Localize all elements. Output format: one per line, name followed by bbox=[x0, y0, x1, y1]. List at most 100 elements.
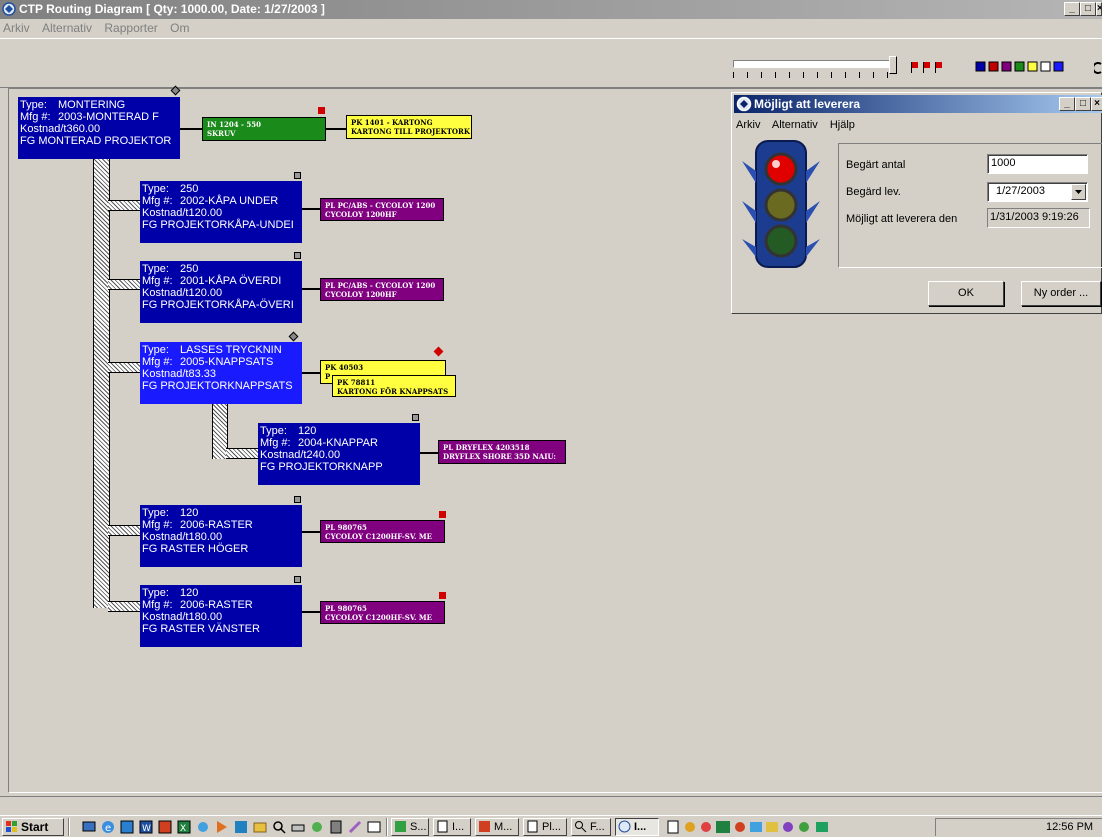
part-in-skruv[interactable]: IN 1204 - 550 SKRUV bbox=[202, 117, 326, 141]
folder-icon[interactable] bbox=[253, 820, 267, 834]
routing-node-knappsats[interactable]: Type: LASSES TRYCKNIN Mfg #: 2005-KNAPPSAT… bbox=[140, 342, 302, 404]
menu-rapporter[interactable]: Rapporter bbox=[104, 21, 157, 35]
part-pk-78811[interactable]: PK 78811 KARTONG FÖR KNAPPSATS bbox=[332, 375, 456, 397]
window-icon[interactable] bbox=[367, 820, 381, 834]
part-pl-vanster[interactable]: PL 980765 CYCOLOY C1200HF-SV. ME bbox=[320, 601, 445, 624]
app-icon bbox=[479, 821, 490, 832]
app-icon[interactable] bbox=[234, 820, 248, 834]
part-desc: DRYFLEX SHORE 35D NAIU: bbox=[443, 452, 556, 461]
type-label: Type: bbox=[142, 183, 169, 195]
menu-arkiv[interactable]: Arkiv bbox=[3, 21, 30, 35]
tray-icon bbox=[701, 822, 711, 832]
flag-icons[interactable] bbox=[910, 60, 960, 74]
node-desc: FG MONTERAD PROJEKTOR bbox=[20, 135, 172, 147]
search-icon[interactable] bbox=[272, 820, 286, 834]
task-button-active[interactable]: I... bbox=[615, 818, 659, 836]
connector-line bbox=[302, 372, 320, 374]
part-pl-dryflex[interactable]: PL DRYFLEX 4203518 DRYFLEX SHORE 35D NAI… bbox=[438, 440, 566, 464]
connector-line bbox=[302, 531, 320, 533]
zoom-slider-track[interactable] bbox=[733, 60, 893, 68]
tool-icon[interactable] bbox=[310, 820, 324, 834]
dialog-minimize-button[interactable]: _ bbox=[1059, 97, 1075, 111]
search-icon bbox=[575, 821, 587, 833]
routing-node-raster-hoger[interactable]: Type: 120 Mfg #: 2006-RASTER Kostnad/t180.… bbox=[140, 505, 302, 567]
chevron-down-icon bbox=[1075, 190, 1082, 194]
dialog-title: Möjligt att leverera bbox=[754, 97, 861, 111]
tree-branch bbox=[108, 279, 141, 290]
type-label: Type: bbox=[20, 99, 47, 111]
menu-om[interactable]: Om bbox=[170, 21, 189, 35]
node-cost: Kostnad/t360.00 bbox=[20, 123, 101, 135]
tree-branch bbox=[108, 601, 141, 612]
dialog-maximize-button[interactable]: □ bbox=[1075, 97, 1091, 111]
new-order-button[interactable]: Ny order ... bbox=[1021, 281, 1101, 306]
menu-alternativ[interactable]: Alternativ bbox=[42, 21, 92, 35]
routing-node-montering[interactable]: Type: MONTERING Mfg #: 2003-MONTERAD F Kos… bbox=[18, 97, 180, 159]
start-button[interactable]: Start bbox=[2, 818, 64, 836]
routing-node-kapa-under[interactable]: Type: 250 Mfg #: 2002-KÅPA UNDER Kostnad/t… bbox=[140, 181, 302, 243]
connector-line bbox=[180, 128, 202, 130]
tray-icons[interactable] bbox=[666, 820, 936, 834]
delivery-dialog: Möjligt att leverera _ □ × Arkiv Alterna… bbox=[731, 92, 1102, 314]
network-icon[interactable] bbox=[196, 820, 210, 834]
pen-icon[interactable] bbox=[348, 820, 362, 834]
green-swatch-icon bbox=[1014, 61, 1025, 72]
dialog-close-button[interactable]: × bbox=[1091, 97, 1102, 111]
tray-icon bbox=[799, 822, 809, 832]
excel-icon[interactable]: X bbox=[177, 820, 191, 834]
tree-spine bbox=[93, 158, 110, 608]
color-legend[interactable] bbox=[975, 61, 1085, 73]
part-code: PK 78811 bbox=[337, 378, 376, 387]
zoom-slider-ticks bbox=[733, 72, 893, 78]
powerpoint-icon[interactable] bbox=[158, 820, 172, 834]
part-desc: CYCOLOY 1200HF bbox=[325, 290, 397, 299]
node-desc: FG RASTER VÄNSTER bbox=[142, 623, 260, 635]
part-code: PL PC/ABS - CYCOLOY 1200 bbox=[325, 281, 436, 290]
ok-button[interactable]: OK bbox=[928, 281, 1004, 306]
desktop-icon[interactable] bbox=[82, 820, 96, 834]
mfg-label: Mfg #: bbox=[142, 356, 173, 368]
dialog-menu-alternativ[interactable]: Alternativ bbox=[772, 119, 818, 131]
word-icon[interactable]: W bbox=[139, 820, 153, 834]
task-button[interactable]: S... bbox=[391, 818, 429, 836]
maximize-button[interactable]: □ bbox=[1080, 2, 1096, 16]
svg-text:X: X bbox=[180, 824, 186, 834]
routing-node-knappar[interactable]: Type: 120 Mfg #: 2004-KNAPPAR Kostnad/t240… bbox=[258, 423, 420, 485]
part-pl-under[interactable]: PL PC/ABS - CYCOLOY 1200 CYCOLOY 1200HF bbox=[320, 198, 444, 221]
dialog-menu-hjalp[interactable]: Hjälp bbox=[830, 119, 855, 131]
part-pk-1401[interactable]: PK 1401 - KARTONG KARTONG TILL PROJEKTOR… bbox=[346, 115, 472, 139]
browser-icon[interactable]: e bbox=[101, 820, 115, 834]
task-button[interactable]: M... bbox=[475, 818, 519, 836]
node-desc: FG PROJEKTORKNAPP bbox=[260, 461, 383, 473]
dialog-menu-arkiv[interactable]: Arkiv bbox=[736, 119, 760, 131]
tree-branch bbox=[108, 525, 141, 536]
date-dropdown-button[interactable] bbox=[1071, 184, 1086, 200]
part-pl-over[interactable]: PL PC/ABS - CYCOLOY 1200 CYCOLOY 1200HF bbox=[320, 278, 444, 301]
zoom-slider-thumb[interactable] bbox=[889, 56, 897, 74]
refresh-icon[interactable] bbox=[1094, 61, 1102, 75]
qty-input[interactable]: 1000 bbox=[987, 154, 1088, 174]
routing-node-raster-vanster[interactable]: Type: 120 Mfg #: 2006-RASTER Kostnad/t180.… bbox=[140, 585, 302, 647]
part-pl-hoger[interactable]: PL 980765 CYCOLOY C1200HF-SV. ME bbox=[320, 520, 445, 543]
gray-marker-icon bbox=[294, 576, 301, 583]
task-button[interactable]: Pl... bbox=[523, 818, 567, 836]
connector-line bbox=[302, 611, 320, 613]
media-icon[interactable] bbox=[215, 820, 229, 834]
task-button[interactable]: I... bbox=[433, 818, 471, 836]
task-button[interactable]: F... bbox=[571, 818, 611, 836]
outlook-icon[interactable] bbox=[120, 820, 134, 834]
minimize-button[interactable]: _ bbox=[1064, 2, 1080, 16]
routing-node-kapa-overdel[interactable]: Type: 250 Mfg #: 2001-KÅPA ÖVERDI Kostnad/… bbox=[140, 261, 302, 323]
node-desc: FG PROJEKTORKNAPPSATS bbox=[142, 380, 293, 392]
part-desc: KARTONG TILL PROJEKTORK bbox=[351, 127, 470, 136]
blue-swatch-icon bbox=[1053, 61, 1064, 72]
status-bar bbox=[0, 796, 1102, 814]
tray-icon bbox=[716, 821, 730, 833]
printer-icon[interactable] bbox=[291, 820, 305, 834]
part-code: PL 980765 bbox=[325, 523, 367, 532]
document-icon bbox=[527, 820, 538, 833]
calculator-icon[interactable] bbox=[329, 820, 343, 834]
close-button[interactable]: × bbox=[1096, 2, 1102, 16]
type-label: Type: bbox=[260, 425, 287, 437]
mfg-label: Mfg #: bbox=[260, 437, 291, 449]
